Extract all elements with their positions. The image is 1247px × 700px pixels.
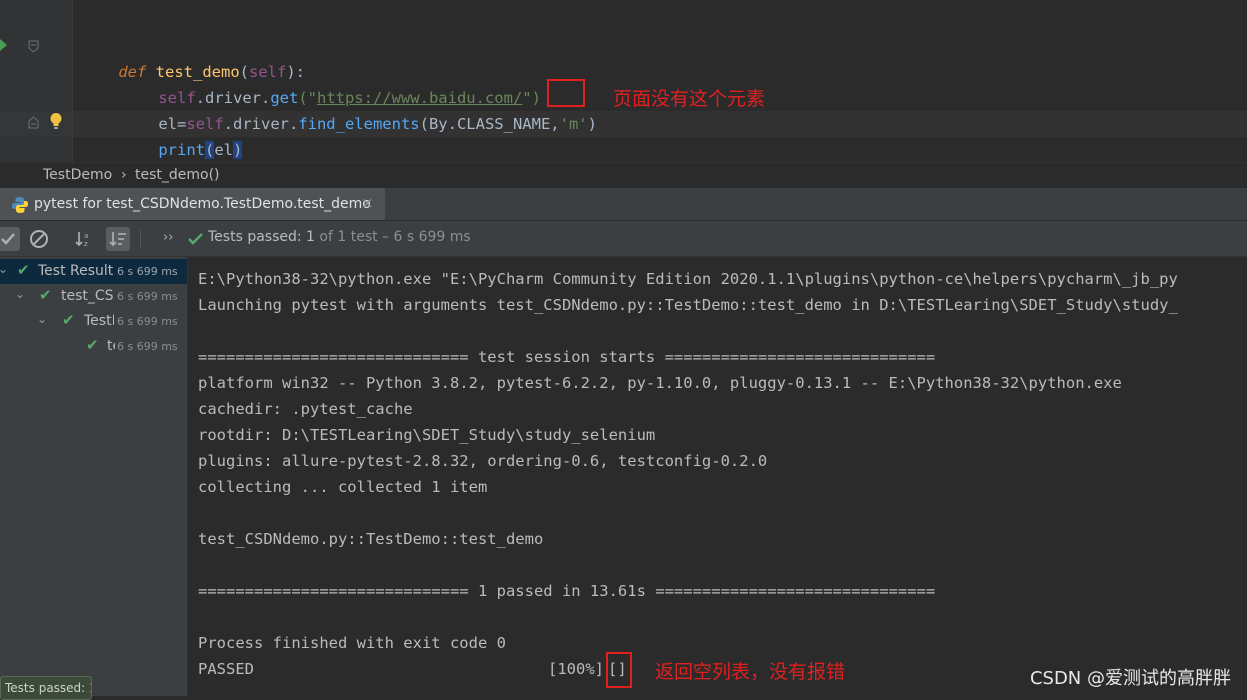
find-elements-method: find_elements: [298, 115, 420, 133]
tree-row-module[interactable]: ⌄ ✔ test_CSDNdemo 6 s 699 ms: [0, 284, 187, 309]
paren-open: (: [205, 141, 215, 159]
tree-label: test_CSDNdemo: [61, 288, 114, 304]
sort-duration-icon: [109, 232, 126, 247]
gutter-separator: [72, 0, 73, 162]
breadcrumb-class[interactable]: TestDemo: [43, 167, 112, 183]
breadcrumb: TestDemo › test_demo(): [0, 162, 1247, 188]
console-line: collecting ... collected 1 item: [198, 478, 488, 496]
tree-duration: 6 s 699 ms: [117, 315, 178, 328]
status-suffix: of 1 test – 6 s 699 ms: [319, 229, 471, 245]
code-line-get: self.driver.get("https://www.baidu.com/"…: [121, 59, 541, 107]
sort-alphabetically-button[interactable]: a z: [72, 227, 96, 251]
console-line: E:\Python38-32\python.exe "E:\PyCharm Co…: [198, 270, 1178, 288]
tests-passed-popup[interactable]: Tests passed: 1: [0, 676, 92, 700]
tree-duration: 6 s 699 ms: [117, 340, 178, 353]
tree-duration: 6 s 699 ms: [117, 265, 178, 278]
sort-alpha-icon: a z: [75, 232, 88, 248]
annotation-empty-list: 返回空列表，没有报错: [655, 661, 846, 683]
console-line: Process finished with exit code 0: [198, 634, 506, 652]
passed-check-icon: ✔: [86, 336, 99, 354]
console-line: plugins: allure-pytest-2.8.32, ordering-…: [198, 452, 768, 470]
print-arg: el: [214, 141, 234, 159]
python-icon: [12, 197, 28, 213]
tests-status: Tests passed: 1 of 1 test – 6 s 699 ms: [208, 229, 471, 245]
status-prefix: Tests passed:: [208, 229, 302, 245]
run-tab-pytest[interactable]: pytest for test_CSDNdemo.TestDemo.test_d…: [0, 188, 385, 220]
console-output[interactable]: E:\Python38-32\python.exe "E:\PyCharm Co…: [188, 257, 1247, 696]
code-editor[interactable]: def test_demo(self): self.driver.get("ht…: [0, 0, 1247, 162]
passed-label: PASSED: [198, 660, 254, 678]
highlight-box-class-name: [547, 79, 585, 107]
show-passed-button[interactable]: [0, 227, 20, 251]
svg-text:a: a: [84, 232, 88, 240]
print-function: print: [158, 141, 205, 159]
console-line: cachedir: .pytest_cache: [198, 400, 413, 418]
tree-duration: 6 s 699 ms: [117, 290, 178, 303]
progress-percent: [100%]: [548, 660, 604, 678]
console-line: test_CSDNdemo.py::TestDemo::test_demo: [198, 530, 544, 548]
fold-method-icon[interactable]: [28, 40, 39, 53]
run-tabs-bar: pytest for test_CSDNdemo.TestDemo.test_d…: [0, 188, 1247, 221]
tree-label: TestDemo: [84, 313, 114, 329]
passed-check-icon: ✔: [39, 286, 52, 304]
run-gutter-icon[interactable]: [0, 39, 8, 51]
passed-check-icon: ✔: [17, 261, 30, 279]
code-line-print: print(el): [121, 111, 243, 159]
status-count: 1: [306, 229, 315, 245]
csdn-watermark: CSDN @爱测试的高胖胖: [1029, 668, 1231, 689]
tree-row-class[interactable]: ⌄ ✔ TestDemo 6 s 699 ms: [0, 309, 187, 334]
tree-label: Test Results: [38, 263, 114, 279]
breadcrumb-method[interactable]: test_demo(): [135, 167, 220, 183]
chevron-down-icon[interactable]: ⌄: [0, 262, 8, 276]
run-tab-label: pytest for test_CSDNdemo.TestDemo.test_d…: [34, 196, 371, 212]
tests-passed-check-icon: [188, 233, 203, 245]
paren-close: ): [233, 141, 243, 159]
editor-gutter: [0, 0, 72, 162]
check-icon: [1, 233, 15, 245]
tree-row-test-results[interactable]: ⌄ ✔ Test Results 6 s 699 ms: [0, 259, 187, 284]
highlight-box-empty-list: [606, 652, 632, 688]
close-icon[interactable]: ×: [361, 194, 374, 212]
console-line: ============================= test sessi…: [198, 348, 936, 366]
more-actions-button[interactable]: ››: [163, 230, 173, 245]
annotation-no-element: 页面没有这个元素: [613, 88, 766, 110]
sort-by-duration-button[interactable]: [106, 227, 130, 251]
ignored-icon: [30, 230, 48, 248]
console-line: Launching pytest with arguments test_CSD…: [198, 296, 1178, 314]
code-line-def: def test_demo(self):: [81, 33, 305, 81]
passed-check-icon: ✔: [62, 311, 75, 329]
lightbulb-icon[interactable]: [49, 112, 63, 130]
show-ignored-button[interactable]: [27, 227, 51, 251]
breadcrumb-separator: ›: [121, 167, 127, 183]
toolbar-divider: [140, 229, 141, 249]
console-line: ============================= 1 passed i…: [198, 582, 936, 600]
console-line: rootdir: D:\TESTLearing\SDET_Study\study…: [198, 426, 656, 444]
test-runner-toolbar: a z ›› Tests passed: 1 of 1 test – 6 s 6…: [0, 221, 1247, 257]
chevron-down-icon[interactable]: ⌄: [15, 287, 25, 301]
by-class-name-arg: (By.CLASS_NAME,: [419, 115, 560, 133]
fold-end-icon[interactable]: [28, 116, 39, 129]
code-line-find-elements: el=self.driver.find_elements(By.CLASS_NA…: [121, 85, 597, 133]
console-line: platform win32 -- Python 3.8.2, pytest-6…: [198, 374, 1122, 392]
svg-text:z: z: [84, 240, 88, 248]
test-results-tree[interactable]: ⌄ ✔ Test Results 6 s 699 ms ⌄ ✔ test_CSD…: [0, 257, 188, 696]
tree-label: test_demo: [107, 338, 115, 354]
class-name-string: 'm': [559, 115, 588, 133]
chevron-down-icon[interactable]: ⌄: [37, 312, 47, 326]
tree-row-test[interactable]: ✔ test_demo 6 s 699 ms: [0, 334, 187, 359]
paren-close: ): [587, 115, 597, 133]
